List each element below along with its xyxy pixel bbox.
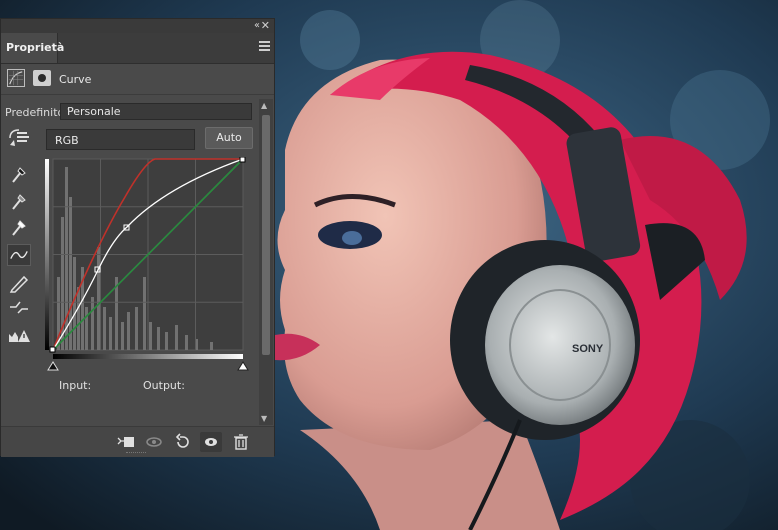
pencil-icon[interactable] bbox=[7, 272, 31, 294]
properties-panel: ‹‹ ✕ Proprietà Curve Predefinito: Person… bbox=[0, 18, 275, 457]
scroll-up-icon[interactable]: ▲ bbox=[261, 101, 267, 110]
delete-icon[interactable] bbox=[230, 432, 252, 452]
scroll-thumb[interactable] bbox=[262, 115, 270, 355]
output-gradient-bar bbox=[45, 159, 49, 350]
curve-point[interactable] bbox=[49, 346, 56, 353]
tab-properties-label: Proprietà bbox=[6, 41, 65, 54]
headphone-brand-text: SONY bbox=[572, 343, 604, 355]
input-label: Input: bbox=[59, 379, 92, 392]
chevron-down-icon: ⌵ bbox=[67, 105, 74, 115]
black-point-eyedropper-icon[interactable] bbox=[7, 164, 31, 186]
reset-icon[interactable] bbox=[172, 432, 194, 452]
curves-adjustment-icon[interactable] bbox=[7, 69, 25, 87]
auto-button[interactable]: Auto bbox=[205, 127, 253, 149]
scroll-down-icon[interactable]: ▼ bbox=[261, 414, 267, 423]
white-point-slider[interactable] bbox=[237, 361, 249, 371]
chevron-down-icon: ⌵ bbox=[55, 134, 62, 144]
gray-point-eyedropper-icon[interactable] bbox=[7, 191, 31, 213]
view-previous-icon[interactable] bbox=[143, 432, 165, 452]
layer-mask-icon[interactable] bbox=[33, 70, 51, 86]
input-gradient-bar bbox=[53, 354, 243, 359]
panel-scrollbar[interactable]: ▲ ▼ bbox=[259, 99, 273, 425]
collapse-icon[interactable]: ‹‹ bbox=[254, 20, 260, 31]
adjustment-title: Curve bbox=[59, 73, 92, 86]
close-icon[interactable]: ✕ bbox=[261, 19, 270, 32]
target-adjust-icon[interactable] bbox=[7, 127, 33, 149]
black-point-slider[interactable] bbox=[47, 361, 59, 371]
white-point-eyedropper-icon[interactable] bbox=[7, 217, 31, 239]
panel-menu-icon[interactable] bbox=[259, 41, 270, 51]
output-label: Output: bbox=[143, 379, 185, 392]
curve-point[interactable] bbox=[239, 157, 246, 163]
clipping-warning-icon[interactable] bbox=[7, 324, 31, 346]
adjustment-header: Curve bbox=[1, 64, 274, 95]
channel-dropdown[interactable]: RGB ⌵ bbox=[46, 129, 195, 150]
resize-grip[interactable] bbox=[126, 452, 146, 456]
curve-points-icon[interactable] bbox=[7, 244, 31, 266]
clip-to-layer-icon[interactable] bbox=[115, 432, 137, 452]
curves-graph[interactable] bbox=[45, 157, 250, 379]
preset-label: Predefinito: bbox=[5, 106, 68, 119]
panel-topbar: ‹‹ ✕ bbox=[1, 19, 274, 33]
tab-properties[interactable]: Proprietà bbox=[1, 33, 64, 63]
smooth-icon[interactable] bbox=[7, 297, 31, 319]
visibility-icon[interactable] bbox=[200, 432, 222, 452]
panel-tab-row: Proprietà bbox=[1, 33, 274, 64]
preset-dropdown[interactable]: Personale ⌵ bbox=[60, 103, 252, 120]
